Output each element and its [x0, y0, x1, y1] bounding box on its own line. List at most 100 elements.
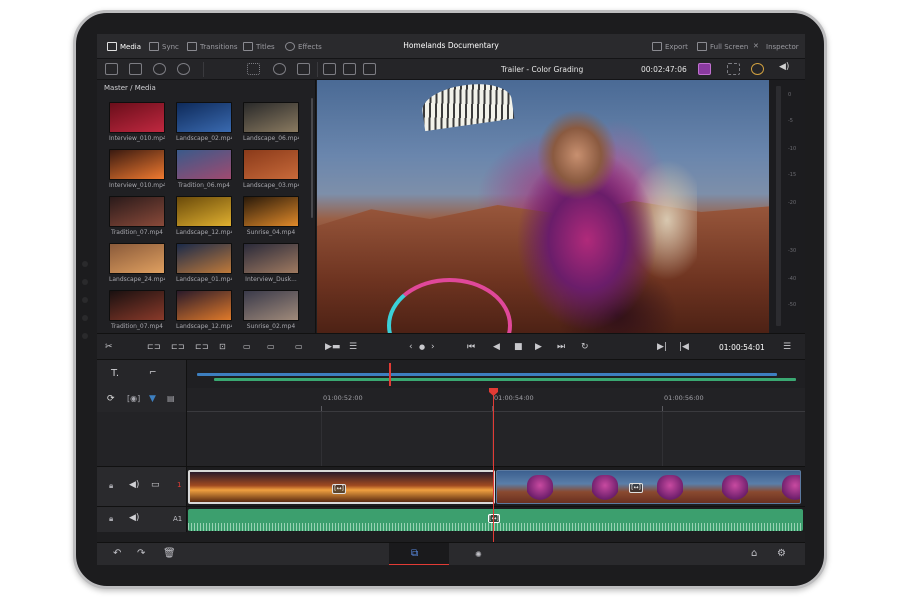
clip-label: Sunrise_04.mp4 [246, 229, 296, 236]
inspector-button[interactable]: ✕ Inspector [753, 41, 799, 52]
volume-icon[interactable]: ◀) [779, 62, 792, 74]
media-clip[interactable]: Interview_010.mp4 [109, 149, 165, 189]
snap-icon[interactable]: ⟳ [107, 394, 115, 404]
place-on-top-icon[interactable]: ▭ [243, 342, 251, 352]
trash-icon[interactable]: 🗑︎ [163, 548, 176, 560]
video-clip-sunset[interactable]: [↔] [188, 470, 495, 504]
import-media-icon[interactable] [129, 63, 142, 75]
transition-marker[interactable]: [↔] [332, 484, 346, 494]
undo-icon[interactable]: ↶ [113, 548, 121, 560]
trim-tool-icon[interactable]: ⌐ [149, 368, 157, 378]
go-to-start-icon[interactable]: ⏮ [467, 342, 475, 352]
clip-label: Tradition_07.mp4 [111, 229, 163, 236]
speaker-icon[interactable]: ◀) [129, 480, 139, 490]
meter-scale-label: 0 [788, 92, 792, 98]
color-wheel-icon[interactable] [751, 63, 764, 75]
overview-audio-track [214, 378, 796, 381]
sync-media-icon[interactable] [153, 63, 166, 75]
speaker-icon[interactable]: ◀) [129, 513, 139, 523]
loop-icon[interactable]: ↻ [581, 342, 589, 352]
home-icon[interactable]: ⌂ [751, 548, 757, 560]
blade-icon[interactable]: ✂ [105, 342, 113, 352]
media-clip[interactable]: Tradition_07.mp4 [109, 290, 165, 330]
meter-scale-label: -20 [788, 200, 797, 206]
image-icon[interactable] [323, 63, 336, 75]
fit-to-fill-icon[interactable]: ⊡ [219, 342, 226, 352]
transport-controls: ✂ ⊏⊐ ⊏⊐ ⊏⊐ ⊡ ▭ ▭ ▭ ▶▬ ☰ ‹ ● › ⏮ ◀ ■ ▶ ⏭ … [97, 333, 805, 360]
overwrite-clip-icon[interactable]: ⊏⊐ [171, 342, 184, 352]
sort-icon[interactable] [297, 63, 310, 75]
go-to-end-icon[interactable]: ⏭ [557, 342, 565, 352]
breadcrumb[interactable]: Master / Media [104, 84, 156, 92]
play-icon[interactable]: ▶ [535, 342, 542, 352]
video-clip-dancer[interactable]: [↔] [496, 470, 801, 504]
next-marker-icon[interactable]: › [431, 342, 435, 352]
link-clips-icon[interactable]: [◉] [127, 394, 140, 403]
media-clip[interactable]: Sunrise_04.mp4 [243, 196, 299, 236]
fusion-page-icon[interactable]: ✺ [475, 549, 482, 561]
replace-clip-icon[interactable]: ⊏⊐ [195, 342, 208, 352]
fullscreen-button[interactable]: Full Screen [697, 41, 748, 52]
media-clip[interactable]: Tradition_07.mp4 [109, 196, 165, 236]
media-clip[interactable]: Landscape_24.mp4 [109, 243, 165, 283]
clip-thumbnail [243, 196, 299, 227]
lock-icon[interactable]: 🔒︎ [109, 514, 113, 524]
smart-insert-icon[interactable]: ▶▬ [325, 342, 340, 352]
clip-thumbnail [109, 243, 165, 274]
overview-playhead[interactable] [389, 363, 391, 386]
media-clip[interactable]: Landscape_06.mp4 [243, 102, 299, 142]
clip-label: Landscape_01.mp4 [176, 276, 232, 283]
marker-dot-icon[interactable]: ● [419, 342, 425, 352]
menu-icon[interactable]: ☰ [783, 342, 791, 352]
clip-label: Landscape_12.mp4 [176, 323, 232, 330]
prev-marker-icon[interactable]: ‹ [409, 342, 413, 352]
media-clip[interactable]: Landscape_12.mp4 [176, 290, 232, 330]
prev-edit-icon[interactable]: |◀ [679, 342, 689, 352]
grid-view-icon[interactable] [247, 63, 260, 75]
audio-transition-marker[interactable]: [↔] [488, 514, 500, 523]
timeline-empty-area[interactable] [187, 412, 805, 466]
transform-icon[interactable] [727, 63, 740, 75]
pool-scrollbar[interactable] [311, 98, 313, 218]
flag-icon[interactable]: ▼ [149, 394, 156, 404]
audio-clip[interactable]: [↔] [188, 509, 803, 531]
link-icon[interactable] [177, 63, 190, 75]
media-clip[interactable]: Interview_Dusk... [243, 243, 299, 283]
next-edit-icon[interactable]: ▶| [657, 342, 667, 352]
media-clip[interactable]: Landscape_03.mp4 [243, 149, 299, 189]
playhead[interactable] [493, 392, 494, 542]
append-icon[interactable]: ▭ [267, 342, 275, 352]
insert-clip-icon[interactable]: ⊏⊐ [147, 342, 160, 352]
meter-scale-label: -40 [788, 276, 797, 282]
monitor-icon[interactable]: ▭ [151, 480, 160, 490]
step-back-icon[interactable]: ◀ [493, 342, 500, 352]
media-clip[interactable]: Landscape_12.mp4 [176, 196, 232, 236]
media-clip[interactable]: Tradition_06.mp4 [176, 149, 232, 189]
clip-thumbnail [109, 102, 165, 133]
title-tool-icon[interactable]: T. [111, 368, 119, 379]
overview-tools: T. ⌐ [97, 360, 187, 388]
timeline-name[interactable]: Trailer - Color Grading [501, 65, 583, 74]
media-clip[interactable]: Landscape_01.mp4 [176, 243, 232, 283]
media-clip[interactable]: Sunrise_02.mp4 [243, 290, 299, 330]
settings-icon[interactable]: ⚙ [777, 548, 786, 560]
media-clip[interactable]: Landscape_02.mp4 [176, 102, 232, 142]
clip-icon[interactable] [343, 63, 356, 75]
panel-toggle-icon[interactable] [105, 63, 118, 75]
film-icon[interactable] [363, 63, 376, 75]
cut-page-button[interactable]: ⧉ [389, 543, 449, 565]
duration-timecode: 00:02:47:06 [641, 65, 687, 74]
lock-icon[interactable]: 🔒︎ [109, 481, 113, 491]
zoom-icon[interactable]: ▤ [167, 394, 175, 403]
video-viewer[interactable] [317, 80, 769, 333]
stop-icon[interactable]: ■ [514, 342, 523, 352]
adjust-icon[interactable]: ☰ [349, 342, 357, 352]
transition-marker[interactable]: [↔] [629, 483, 643, 493]
color-page-icon[interactable] [698, 63, 711, 75]
timeline-overview[interactable]: T. ⌐ [97, 360, 805, 388]
export-button[interactable]: Export [652, 41, 688, 52]
search-icon[interactable] [273, 63, 286, 75]
media-clip[interactable]: Interview_010.mp4 [109, 102, 165, 142]
ripple-icon[interactable]: ▭ [295, 342, 303, 352]
redo-icon[interactable]: ↷ [137, 548, 145, 560]
